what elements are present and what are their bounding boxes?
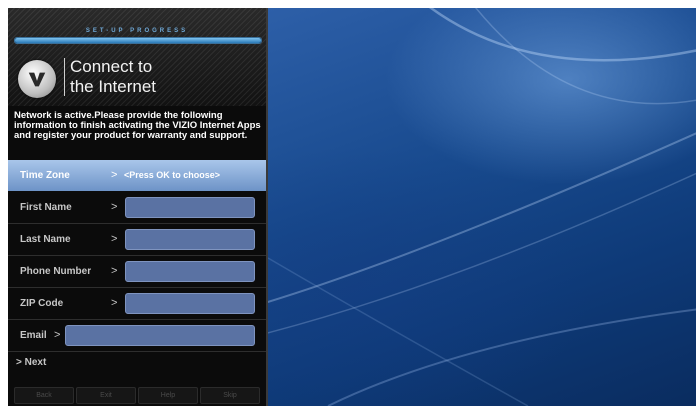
title-divider xyxy=(64,58,65,96)
info-message: Network is active.Please provide the fol… xyxy=(14,110,261,141)
row-zip-code: ZIP Code > xyxy=(8,288,266,320)
zip-code-label: ZIP Code xyxy=(20,298,64,309)
row-time-zone[interactable]: Time Zone > <Press OK to choose> xyxy=(8,160,266,191)
setup-progress-label: SET-UP PROGRESS xyxy=(85,28,189,34)
zip-code-field[interactable] xyxy=(125,293,255,314)
chevron-right-icon: > xyxy=(111,169,118,181)
phone-number-label: Phone Number xyxy=(20,266,92,277)
desktop-wallpaper xyxy=(268,8,696,406)
time-zone-value: <Press OK to choose> xyxy=(124,170,221,180)
page-title-line1: Connect to xyxy=(70,57,153,76)
setup-progress-bar xyxy=(14,37,262,44)
wallpaper-streaks xyxy=(268,8,696,406)
email-label: Email xyxy=(20,330,47,341)
last-name-field[interactable] xyxy=(125,229,255,250)
skip-button[interactable]: Skip xyxy=(200,387,260,404)
phone-number-field[interactable] xyxy=(125,261,255,282)
chevron-right-icon: > xyxy=(111,297,118,309)
exit-button[interactable]: Exit xyxy=(76,387,136,404)
page-title-line2: the Internet xyxy=(70,77,157,96)
email-field[interactable] xyxy=(65,325,255,346)
tv-screen: SET-UP PROGRESS Connect to the Internet … xyxy=(8,8,696,406)
time-zone-label: Time Zone xyxy=(20,170,70,181)
chevron-right-icon: > xyxy=(111,265,118,277)
last-name-label: Last Name xyxy=(20,234,71,245)
vizio-v-icon xyxy=(28,72,46,87)
chevron-right-icon: > xyxy=(111,233,118,245)
row-last-name: Last Name > xyxy=(8,224,266,256)
chevron-right-icon: > xyxy=(54,329,61,341)
back-button[interactable]: Back xyxy=(14,387,74,404)
row-email: Email > xyxy=(8,320,266,352)
next-button[interactable]: > Next xyxy=(16,357,46,368)
first-name-label: First Name xyxy=(20,202,72,213)
bottom-button-bar: Back Exit Help Skip xyxy=(14,387,260,404)
row-first-name: First Name > xyxy=(8,192,266,224)
help-button[interactable]: Help xyxy=(138,387,198,404)
chevron-right-icon: > xyxy=(111,201,118,213)
setup-progress-fill xyxy=(15,38,261,43)
setup-panel: SET-UP PROGRESS Connect to the Internet … xyxy=(8,8,268,406)
vizio-logo-icon xyxy=(18,60,56,98)
row-phone-number: Phone Number > xyxy=(8,256,266,288)
first-name-field[interactable] xyxy=(125,197,255,218)
